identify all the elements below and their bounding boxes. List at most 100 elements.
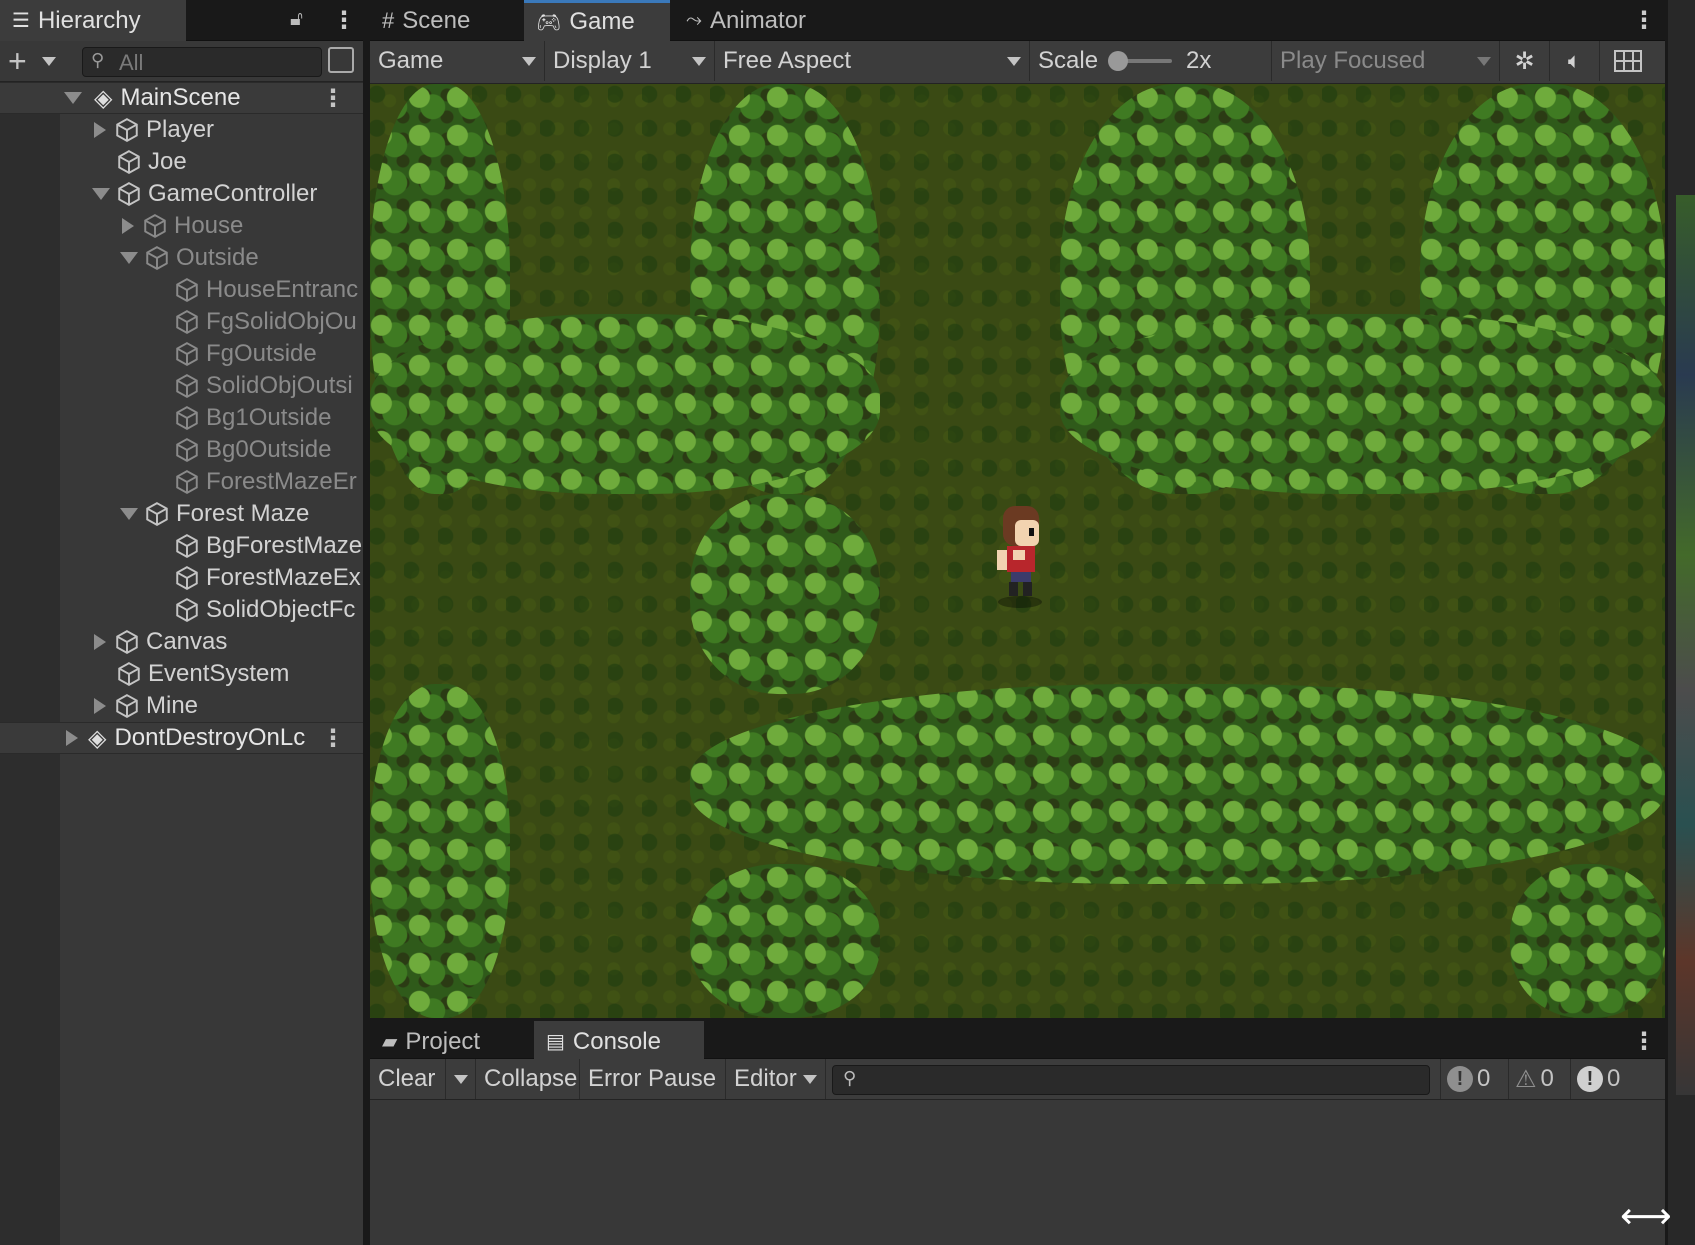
editor-label: Editor: [734, 1065, 797, 1092]
grid-stats-icon: [1613, 50, 1642, 72]
collapse-arrow-icon[interactable]: [94, 634, 106, 650]
clear-options-dropdown[interactable]: [446, 1059, 476, 1099]
gameobject-icon: [176, 310, 198, 334]
expand-arrow-icon[interactable]: [120, 252, 138, 264]
mute-audio-button[interactable]: 🔈︎: [1550, 41, 1600, 81]
chevron-down-icon: [453, 1074, 468, 1084]
hierarchy-item-label: FgSolidObjOu: [206, 308, 357, 335]
bottom-menu-icon[interactable]: ⋮: [1632, 1027, 1656, 1056]
hierarchy-item-dontdestroyonload[interactable]: ◈ DontDestroyOnLc ⋮: [0, 722, 363, 754]
hierarchy-item-forestmazeexit[interactable]: ForestMazeEх: [0, 562, 363, 594]
bush-cluster: [1510, 864, 1665, 1018]
tab-project[interactable]: ▰ Project: [370, 1021, 530, 1062]
collapse-arrow-icon[interactable]: [122, 218, 134, 234]
tab-animator[interactable]: ⤳ Animator: [674, 0, 844, 41]
hierarchy-item-canvas[interactable]: Canvas: [0, 626, 363, 658]
clear-label: Clear: [378, 1065, 436, 1092]
bush-cluster: [690, 494, 880, 694]
hierarchy-item-solidobjectforest[interactable]: SolidObjectFс: [0, 594, 363, 626]
play-mode-dropdown[interactable]: Play Focused: [1272, 41, 1500, 81]
hierarchy-menu-icon[interactable]: ⋮: [332, 6, 356, 35]
list-icon: ☰: [12, 10, 30, 32]
hierarchy-item-eventsystem[interactable]: EventSystem: [0, 658, 363, 690]
game-mode-dropdown[interactable]: Game: [370, 41, 545, 81]
lock-icon[interactable]: 🔓︎: [290, 8, 303, 31]
asset-preview-strip: [1676, 195, 1695, 1095]
warning-icon: ⚠: [1515, 1065, 1537, 1093]
expand-arrow-icon[interactable]: [120, 508, 138, 520]
warning-count-toggle[interactable]: ⚠ 0: [1508, 1059, 1560, 1099]
tab-console[interactable]: ▤ Console: [534, 1021, 704, 1062]
hierarchy-item-bg1outside[interactable]: Bg1Outside: [0, 402, 363, 434]
hierarchy-item-fgoutside[interactable]: FgOutside: [0, 338, 363, 370]
hierarchy-item-bgforestmaze[interactable]: BgForestMazе: [0, 530, 363, 562]
info-count: 0: [1477, 1065, 1491, 1092]
hierarchy-item-bg0outside[interactable]: Bg0Outside: [0, 434, 363, 466]
bush-cluster: [370, 684, 510, 1018]
add-icon[interactable]: +: [8, 43, 27, 80]
debug-button[interactable]: ✲: [1500, 41, 1550, 81]
display-label: Display 1: [553, 47, 652, 74]
hierarchy-item-solidobjoutside[interactable]: SolidObjOutsi: [0, 370, 363, 402]
hierarchy-item-label: SolidObjOutsi: [206, 372, 353, 399]
console-search-input[interactable]: ⚲: [832, 1065, 1430, 1095]
hierarchy-item-fgsolidobjoutside[interactable]: FgSolidObjOu: [0, 306, 363, 338]
resize-cursor-icon: ⟷: [1620, 1195, 1672, 1236]
hierarchy-item-forest-maze[interactable]: Forest Maze: [0, 498, 363, 530]
unity-scene-icon: ◈: [88, 724, 107, 752]
bug-icon: ✲: [1514, 47, 1535, 75]
hierarchy-item-gamecontroller[interactable]: GameController: [0, 178, 363, 210]
gameobject-icon: [176, 470, 198, 494]
tab-scene[interactable]: # Scene: [370, 0, 520, 41]
hierarchy-item-mainscene[interactable]: ◈ MainScene ⋮: [0, 82, 363, 114]
collapse-arrow-icon[interactable]: [66, 730, 78, 746]
game-viewport[interactable]: [370, 84, 1665, 1018]
expand-arrow-icon[interactable]: [64, 92, 82, 104]
hierarchy-item-houseentrance[interactable]: HouseEntranc: [0, 274, 363, 306]
view-menu-icon[interactable]: ⋮: [1632, 6, 1656, 35]
error-pause-button[interactable]: Error Pause: [580, 1059, 726, 1099]
hierarchy-item-house[interactable]: House: [0, 210, 363, 242]
panel-divider[interactable]: [363, 0, 370, 1245]
collapse-arrow-icon[interactable]: [94, 122, 106, 138]
error-count-toggle[interactable]: ! 0: [1570, 1059, 1626, 1099]
hierarchy-item-label: House: [174, 212, 244, 239]
collapse-label: Collapse: [484, 1065, 578, 1092]
collapse-arrow-icon[interactable]: [94, 698, 106, 714]
hierarchy-item-label: DontDestroyOnLc: [114, 724, 306, 751]
slider-thumb[interactable]: [1108, 51, 1129, 71]
hierarchy-search-input[interactable]: ⚲ All: [82, 47, 322, 77]
right-panel-edge: [1665, 0, 1695, 1245]
add-dropdown-icon[interactable]: [42, 57, 56, 66]
hierarchy-item-label: Mine: [146, 692, 199, 719]
gameobject-icon: [176, 342, 198, 366]
tab-hierarchy[interactable]: ☰ Hierarchy: [0, 0, 186, 41]
tab-game[interactable]: 🎮︎ Game: [524, 0, 670, 41]
hierarchy-item-mine[interactable]: Mine: [0, 690, 363, 722]
collapse-button[interactable]: Collapse: [476, 1059, 580, 1099]
info-icon: !: [1447, 1066, 1473, 1092]
editor-dropdown[interactable]: Editor: [726, 1059, 826, 1099]
tab-label: Scene: [402, 6, 471, 34]
bush-cluster: [1060, 314, 1665, 494]
aspect-dropdown[interactable]: Free Aspect: [715, 41, 1030, 81]
scene-menu-icon[interactable]: ⋮: [321, 84, 345, 113]
search-icon: ⚲: [91, 50, 105, 70]
hierarchy-item-player[interactable]: Player: [0, 114, 363, 146]
hierarchy-item-outside[interactable]: Outside: [0, 242, 363, 274]
unity-scene-icon: ◈: [94, 84, 113, 112]
scene-menu-icon[interactable]: ⋮: [321, 724, 345, 753]
tab-label: Project: [405, 1027, 481, 1055]
console-log-area[interactable]: [370, 1100, 1665, 1245]
expand-arrow-icon[interactable]: [92, 188, 110, 200]
scene-visibility-icon[interactable]: [328, 47, 354, 73]
scale-slider[interactable]: [1108, 51, 1173, 71]
stats-button[interactable]: [1600, 41, 1655, 81]
hierarchy-item-forestmazeentrance[interactable]: ForestMazeEr: [0, 466, 363, 498]
hierarchy-item-label: ForestMazeEr: [206, 468, 357, 495]
info-count-toggle[interactable]: ! 0: [1440, 1059, 1496, 1099]
display-dropdown[interactable]: Display 1: [545, 41, 715, 81]
chevron-down-icon: [802, 1074, 817, 1084]
hierarchy-item-joe[interactable]: Joe: [0, 146, 363, 178]
clear-button[interactable]: Clear: [370, 1059, 446, 1099]
